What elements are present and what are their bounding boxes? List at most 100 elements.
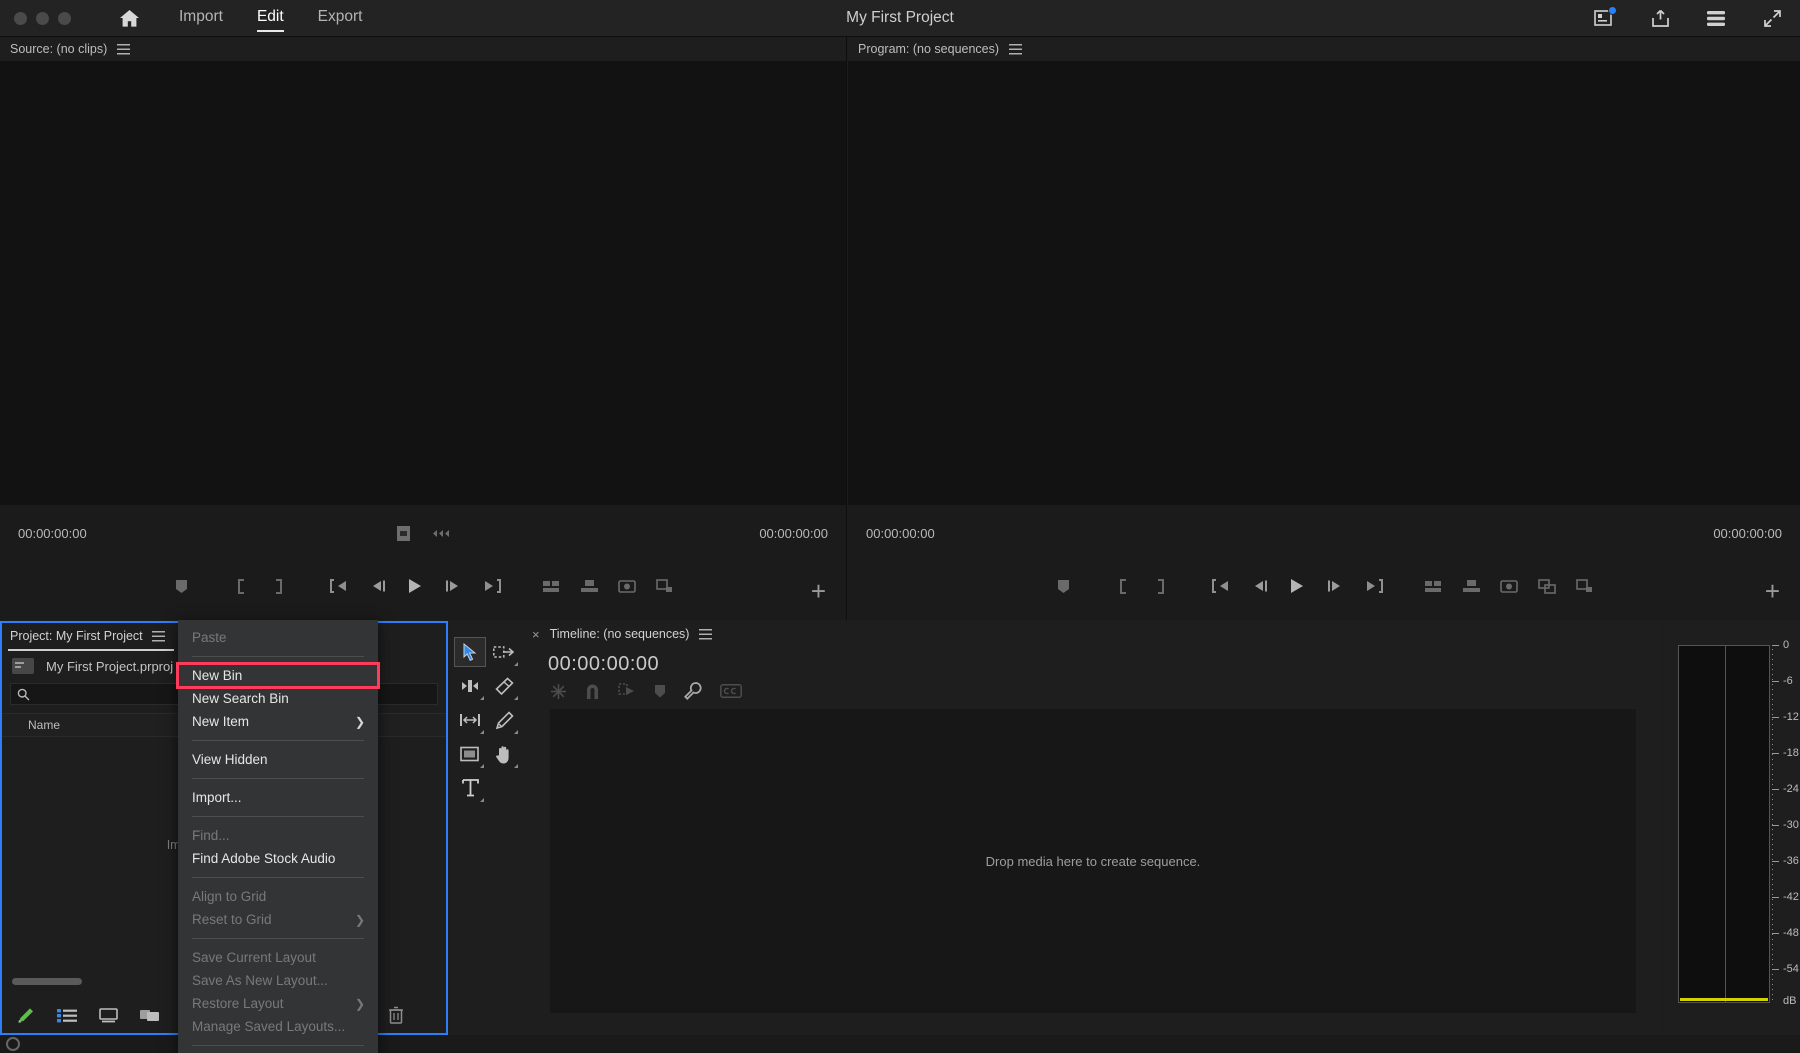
share-export-icon[interactable] xyxy=(1648,6,1672,30)
step-back-icon[interactable] xyxy=(358,567,396,605)
insert-icon[interactable] xyxy=(532,567,570,605)
menu-item-view-hidden[interactable]: View Hidden xyxy=(178,748,378,771)
menu-item-import[interactable]: Import... xyxy=(178,786,378,809)
type-tool[interactable] xyxy=(454,773,486,803)
fit-icon[interactable] xyxy=(396,525,411,542)
horizontal-scrollbar[interactable] xyxy=(12,978,82,985)
notifications-icon[interactable] xyxy=(1592,6,1616,30)
chevron-right-icon: ❯ xyxy=(355,913,365,927)
maximize-window-button[interactable] xyxy=(58,12,71,25)
timeline-settings-wrench-icon[interactable] xyxy=(684,682,702,700)
tool-expand-corner xyxy=(480,696,484,700)
timeline-drop-area[interactable]: Drop media here to create sequence. xyxy=(550,709,1636,1013)
panel-menu-icon[interactable] xyxy=(699,629,712,640)
comparison-view-icon[interactable] xyxy=(1528,567,1566,605)
track-select-forward-tool[interactable] xyxy=(488,637,520,667)
tool-expand-corner xyxy=(480,798,484,802)
go-to-in-icon[interactable] xyxy=(320,567,358,605)
timeline-panel: × Timeline: (no sequences) 00:00:00:00 xyxy=(524,621,1662,1035)
step-back-icon[interactable] xyxy=(1240,567,1278,605)
tab-edit[interactable]: Edit xyxy=(257,8,284,29)
fullscreen-icon[interactable] xyxy=(1760,6,1784,30)
tool-expand-corner xyxy=(514,696,518,700)
panel-menu-icon[interactable] xyxy=(117,44,130,55)
mark-out-icon[interactable] xyxy=(260,567,298,605)
button-editor-icon[interactable] xyxy=(1566,567,1604,605)
go-to-out-icon[interactable] xyxy=(472,567,510,605)
program-monitor-header: Program: (no sequences) xyxy=(848,37,1800,61)
list-view-icon[interactable] xyxy=(57,1008,77,1023)
close-window-button[interactable] xyxy=(14,12,27,25)
minimize-window-button[interactable] xyxy=(36,12,49,25)
mark-out-icon[interactable] xyxy=(1142,567,1180,605)
rectangle-tool[interactable] xyxy=(454,739,486,769)
overwrite-icon[interactable] xyxy=(570,567,608,605)
export-frame-icon[interactable] xyxy=(1490,567,1528,605)
lift-icon[interactable] xyxy=(1414,567,1452,605)
add-marker-icon[interactable] xyxy=(654,684,666,699)
play-icon[interactable] xyxy=(396,567,434,605)
new-item-pencil-icon[interactable] xyxy=(16,1006,35,1025)
timeline-playhead-timecode[interactable]: 00:00:00:00 xyxy=(524,647,1662,676)
export-frame-icon[interactable] xyxy=(608,567,646,605)
source-monitor-panel: Source: (no clips) 00:00:00:00 00:00:00:… xyxy=(0,37,847,620)
playback-resolution-icon[interactable] xyxy=(431,528,451,539)
linked-selection-icon[interactable] xyxy=(618,683,636,700)
program-add-button[interactable]: + xyxy=(1765,578,1780,604)
go-to-out-icon[interactable] xyxy=(1354,567,1392,605)
tool-expand-corner xyxy=(514,764,518,768)
menu-item-new-item[interactable]: New Item ❯ xyxy=(178,710,378,733)
mark-in-icon[interactable] xyxy=(222,567,260,605)
timeline-toolbar xyxy=(524,676,1662,700)
tab-export[interactable]: Export xyxy=(318,8,363,29)
menu-item-new-search-bin[interactable]: New Search Bin xyxy=(178,687,378,710)
program-monitor-title: Program: (no sequences) xyxy=(858,42,999,56)
icon-view-icon[interactable] xyxy=(99,1008,118,1023)
timeline-panel-header: × Timeline: (no sequences) xyxy=(524,621,1662,647)
program-current-timecode[interactable]: 00:00:00:00 xyxy=(866,526,935,541)
add-marker-icon[interactable] xyxy=(1044,567,1082,605)
button-editor-icon[interactable] xyxy=(646,567,684,605)
sync-lock-icon[interactable] xyxy=(550,683,567,700)
program-monitor-canvas[interactable] xyxy=(848,61,1800,505)
menu-item-restore-layout: Restore Layout ❯ xyxy=(178,992,378,1015)
menu-icon[interactable] xyxy=(1704,6,1728,30)
breadcrumb-label: My First Project.prproj xyxy=(46,659,173,674)
go-to-in-icon[interactable] xyxy=(1202,567,1240,605)
freeform-view-icon[interactable] xyxy=(140,1008,161,1023)
panel-menu-icon[interactable] xyxy=(1009,44,1022,55)
audio-tick-12: -12 xyxy=(1772,711,1799,723)
home-icon[interactable] xyxy=(115,4,143,32)
step-forward-icon[interactable] xyxy=(434,567,472,605)
panel-menu-icon[interactable] xyxy=(152,631,165,642)
step-forward-icon[interactable] xyxy=(1316,567,1354,605)
delete-trash-icon[interactable] xyxy=(388,1006,404,1024)
tab-import[interactable]: Import xyxy=(179,8,223,29)
audio-meter[interactable]: 0 -6 -12 -18 -24 -30 -36 -42 -48 -54 dB xyxy=(1678,645,1778,1017)
workspace-tabs[interactable]: Import Edit Export xyxy=(179,8,362,29)
snap-magnet-icon[interactable] xyxy=(585,683,600,700)
source-monitor-canvas[interactable] xyxy=(0,61,846,505)
window-traffic-lights[interactable] xyxy=(14,12,71,25)
add-marker-icon[interactable] xyxy=(162,567,200,605)
menu-item-new-bin[interactable]: New Bin xyxy=(178,664,378,687)
pen-tool[interactable] xyxy=(488,705,520,735)
audio-tick-6: -6 xyxy=(1772,675,1793,687)
ripple-edit-tool[interactable] xyxy=(454,671,486,701)
title-bar: Import Edit Export My First Project xyxy=(0,0,1800,37)
close-icon[interactable]: × xyxy=(532,627,540,642)
extract-icon[interactable] xyxy=(1452,567,1490,605)
hand-tool[interactable] xyxy=(488,739,520,769)
menu-item-find-adobe-stock-audio[interactable]: Find Adobe Stock Audio xyxy=(178,847,378,870)
audio-db-scale: 0 -6 -12 -18 -24 -30 -36 -42 -48 -54 dB xyxy=(1772,645,1800,1003)
slip-tool[interactable] xyxy=(454,705,486,735)
captions-icon[interactable] xyxy=(720,684,742,698)
razor-tool[interactable] xyxy=(488,671,520,701)
mark-in-icon[interactable] xyxy=(1104,567,1142,605)
program-duration-timecode[interactable]: 00:00:00:00 xyxy=(1713,526,1782,541)
play-icon[interactable] xyxy=(1278,567,1316,605)
audio-tick-36: -36 xyxy=(1772,855,1799,867)
source-add-button[interactable]: + xyxy=(811,578,826,604)
record-indicator-icon[interactable] xyxy=(6,1037,20,1051)
selection-tool[interactable] xyxy=(454,637,486,667)
